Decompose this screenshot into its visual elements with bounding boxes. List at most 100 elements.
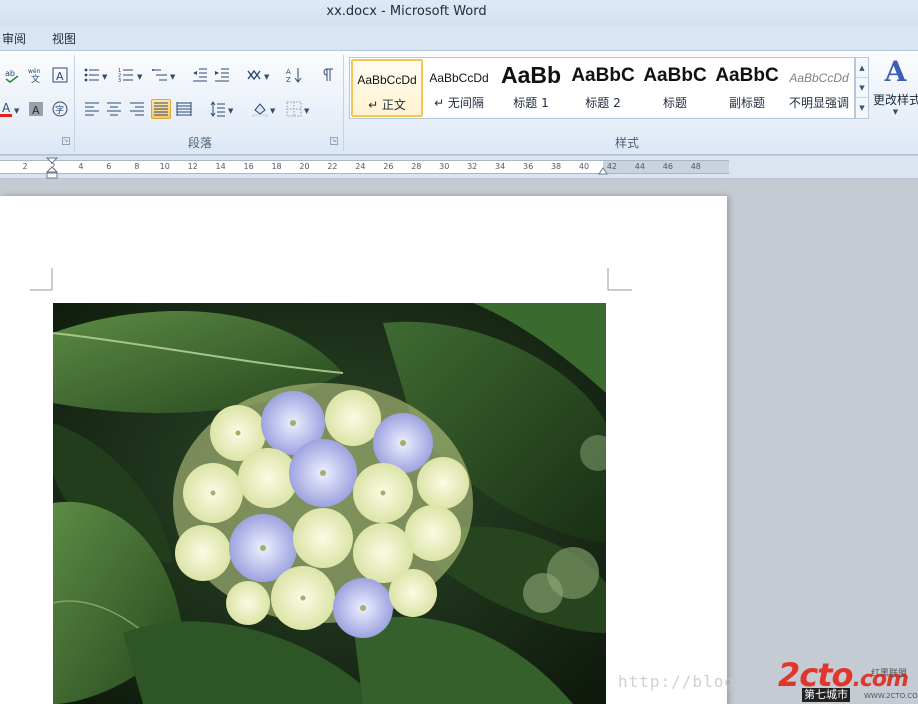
right-indent-marker-icon[interactable] [598,167,608,177]
blog-watermark: http://blog. [618,672,746,691]
ruler-number: 46 [662,162,673,171]
svg-text:字: 字 [55,104,64,116]
svg-text:Z: Z [286,76,291,83]
indent-marker-icon[interactable] [46,157,58,179]
justify-icon[interactable] [151,99,171,119]
style-heading-1[interactable]: AaBb 标题 1 [495,59,567,117]
ruler-number: 20 [299,162,310,171]
ruler-number: 40 [578,162,590,171]
svg-text:A: A [32,104,40,117]
ruler-number: 10 [159,162,170,171]
align-center-icon[interactable] [104,99,124,119]
gallery-down-icon[interactable]: ▼ [856,78,868,98]
ruler-number: 44 [634,162,645,171]
style-normal[interactable]: AaBbCcDd ↵ 正文 [351,59,423,117]
ruler-number: 24 [355,162,366,171]
ruler-number: 48 [690,162,701,171]
numbering-icon[interactable]: 123 [116,65,136,85]
bullets-icon[interactable] [82,65,102,85]
change-styles-dropdown-icon: ▼ [892,108,899,116]
style-no-spacing[interactable]: AaBbCcDd ↵ 无间隔 [423,59,495,117]
ruler-number: 22 [327,162,338,171]
ribbon-tabs: 审阅 视图 [0,26,918,51]
bullets-dropdown-icon[interactable]: ▼ [102,73,107,81]
sort-icon[interactable]: AZ [284,65,304,85]
svg-text:A: A [56,70,64,83]
ruler-number: 16 [243,162,254,171]
ruler-number: 2 [22,162,28,171]
character-border-icon[interactable]: A [50,65,70,85]
svg-text:3: 3 [118,78,121,83]
ruler-number: 8 [134,162,140,171]
ruler-number: 4 [78,162,84,171]
chinese-layout-icon[interactable] [244,65,264,85]
svg-text:文: 文 [31,73,40,83]
increase-indent-icon[interactable] [212,65,232,85]
ribbon: ab wén 文 A A ▼ A 字 ↘ ▼ 123 ▼ ▼ ▼ AZ ▼ ▼ … [0,51,918,155]
gallery-up-icon[interactable]: ▲ [856,58,868,78]
paragraph-group-label: 段落 [188,136,213,150]
change-styles-icon: A [884,55,907,88]
ruler-number: 30 [439,162,450,171]
show-marks-icon[interactable] [318,65,338,85]
character-shading-icon[interactable]: A [26,99,46,119]
tab-view[interactable]: 视图 [52,30,76,47]
gallery-scroll: ▲ ▼ ▼ [855,57,869,119]
ruler-number: 36 [523,162,534,171]
hydrangea-flower-photo [53,303,606,704]
hydrangea-image[interactable] [53,303,606,704]
ruler-number: 26 [383,162,394,171]
style-title[interactable]: AaBbC 标题 [639,59,711,117]
styles-group-label: 样式 [615,136,640,150]
font-color-dropdown-icon[interactable]: ▼ [14,107,19,115]
title-bar: xx.docx - Microsoft Word [0,0,918,26]
ruler-number: 38 [550,162,562,171]
ruler-track: 2 2 4 6 8 10 12 14 16 18 20 22 24 26 28 30 32 34 36 38 40 42 4… [0,157,729,179]
svg-text:A: A [286,68,291,76]
horizontal-ruler[interactable]: 2 2 4 6 8 10 12 14 16 18 20 22 24 26 28 30 32 34 36 38 40 42 4… [0,156,918,179]
ruler-number: 6 [106,162,112,171]
logo-sub: 第七城市 [802,688,850,702]
phonetic-guide-icon[interactable]: wén 文 [26,65,46,85]
svg-text:wén: wén [28,68,41,75]
chinese-layout-dropdown-icon[interactable]: ▼ [264,73,269,81]
style-heading-2[interactable]: AaBbC 标题 2 [567,59,639,117]
decrease-indent-icon[interactable] [190,65,210,85]
align-left-icon[interactable] [82,99,102,119]
tab-review[interactable]: 审阅 [2,30,26,47]
borders-icon[interactable] [284,99,304,119]
enclose-character-icon[interactable]: 字 [50,99,70,119]
svg-text:ab: ab [5,69,15,78]
ruler-number: 12 [187,162,198,171]
style-subtitle[interactable]: AaBbC 副标题 [711,59,783,117]
style-subtle-emphasis[interactable]: AaBbCcDd 不明显强调 [783,59,855,117]
margin-corner-left [30,268,53,291]
numbering-dropdown-icon[interactable]: ▼ [137,73,142,81]
font-dialog-launcher-icon[interactable]: ↘ [62,137,70,145]
gallery-more-icon[interactable]: ▼ [856,98,868,118]
change-styles-label: 更改样式 [873,93,918,107]
change-styles-button[interactable]: A 更改样式 ▼ [873,55,918,127]
shading-icon[interactable] [250,99,270,119]
line-spacing-icon[interactable] [208,99,228,119]
multilevel-dropdown-icon[interactable]: ▼ [170,73,175,81]
site-logo: 2cto.com 红黑联盟 第七城市 WWW.2CTO.COM [778,658,918,704]
margin-corner-right [607,268,632,291]
ruler-number: 14 [215,162,226,171]
align-right-icon[interactable] [127,99,147,119]
ruler-number: 18 [271,162,282,171]
styles-gallery: AaBbCcDd ↵ 正文 AaBbCcDd ↵ 无间隔 AaBb 标题 1 A… [349,57,855,119]
ruler-number: 32 [467,162,478,171]
ruler-number: 28 [411,162,422,171]
paragraph-dialog-launcher-icon[interactable]: ↘ [330,137,338,145]
window-title: xx.docx - Microsoft Word [326,4,487,19]
shading-dropdown-icon[interactable]: ▼ [270,107,275,115]
multilevel-list-icon[interactable] [150,65,170,85]
logo-tag: 红黑联盟 [871,669,908,679]
distribute-icon[interactable] [174,99,194,119]
spell-icon[interactable]: ab [2,65,22,85]
ruler-number: 34 [495,162,506,171]
borders-dropdown-icon[interactable]: ▼ [304,107,309,115]
svg-text:A: A [2,101,11,115]
line-spacing-dropdown-icon[interactable]: ▼ [228,107,233,115]
